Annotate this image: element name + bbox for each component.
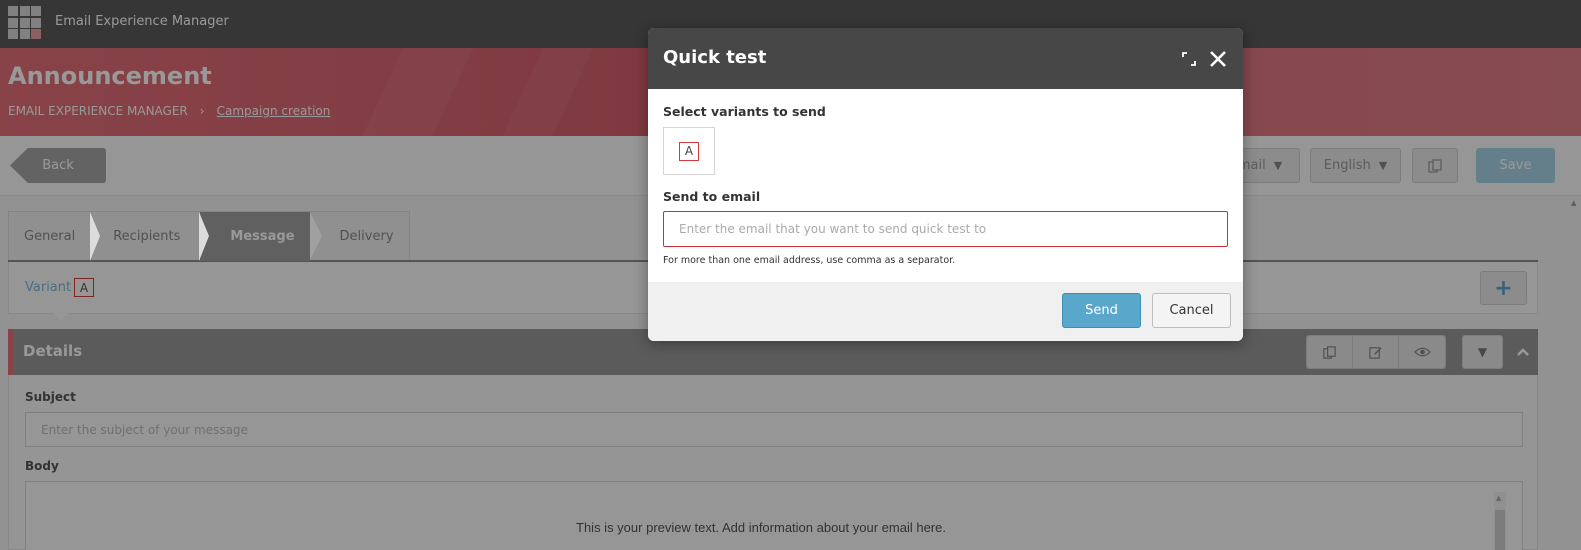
dialog-body: Select variants to send A Send to email … xyxy=(648,89,1243,282)
variant-a-label: A xyxy=(679,141,699,161)
expand-icon[interactable] xyxy=(1182,52,1196,66)
email-hint: For more than one email address, use com… xyxy=(663,255,956,266)
cancel-button[interactable]: Cancel xyxy=(1152,293,1231,328)
send-to-email-label: Send to email xyxy=(663,189,761,204)
dialog-title: Quick test xyxy=(663,47,767,68)
quick-test-dialog: Quick test Select variants to send A Sen… xyxy=(648,28,1243,341)
send-button[interactable]: Send xyxy=(1062,293,1141,328)
email-input[interactable]: Enter the email that you want to send qu… xyxy=(663,211,1228,247)
select-variants-label: Select variants to send xyxy=(663,104,826,119)
dialog-footer: Send Cancel xyxy=(648,282,1243,341)
close-icon[interactable] xyxy=(1208,49,1228,69)
variant-a-option[interactable]: A xyxy=(663,127,715,175)
dialog-header: Quick test xyxy=(648,28,1243,89)
